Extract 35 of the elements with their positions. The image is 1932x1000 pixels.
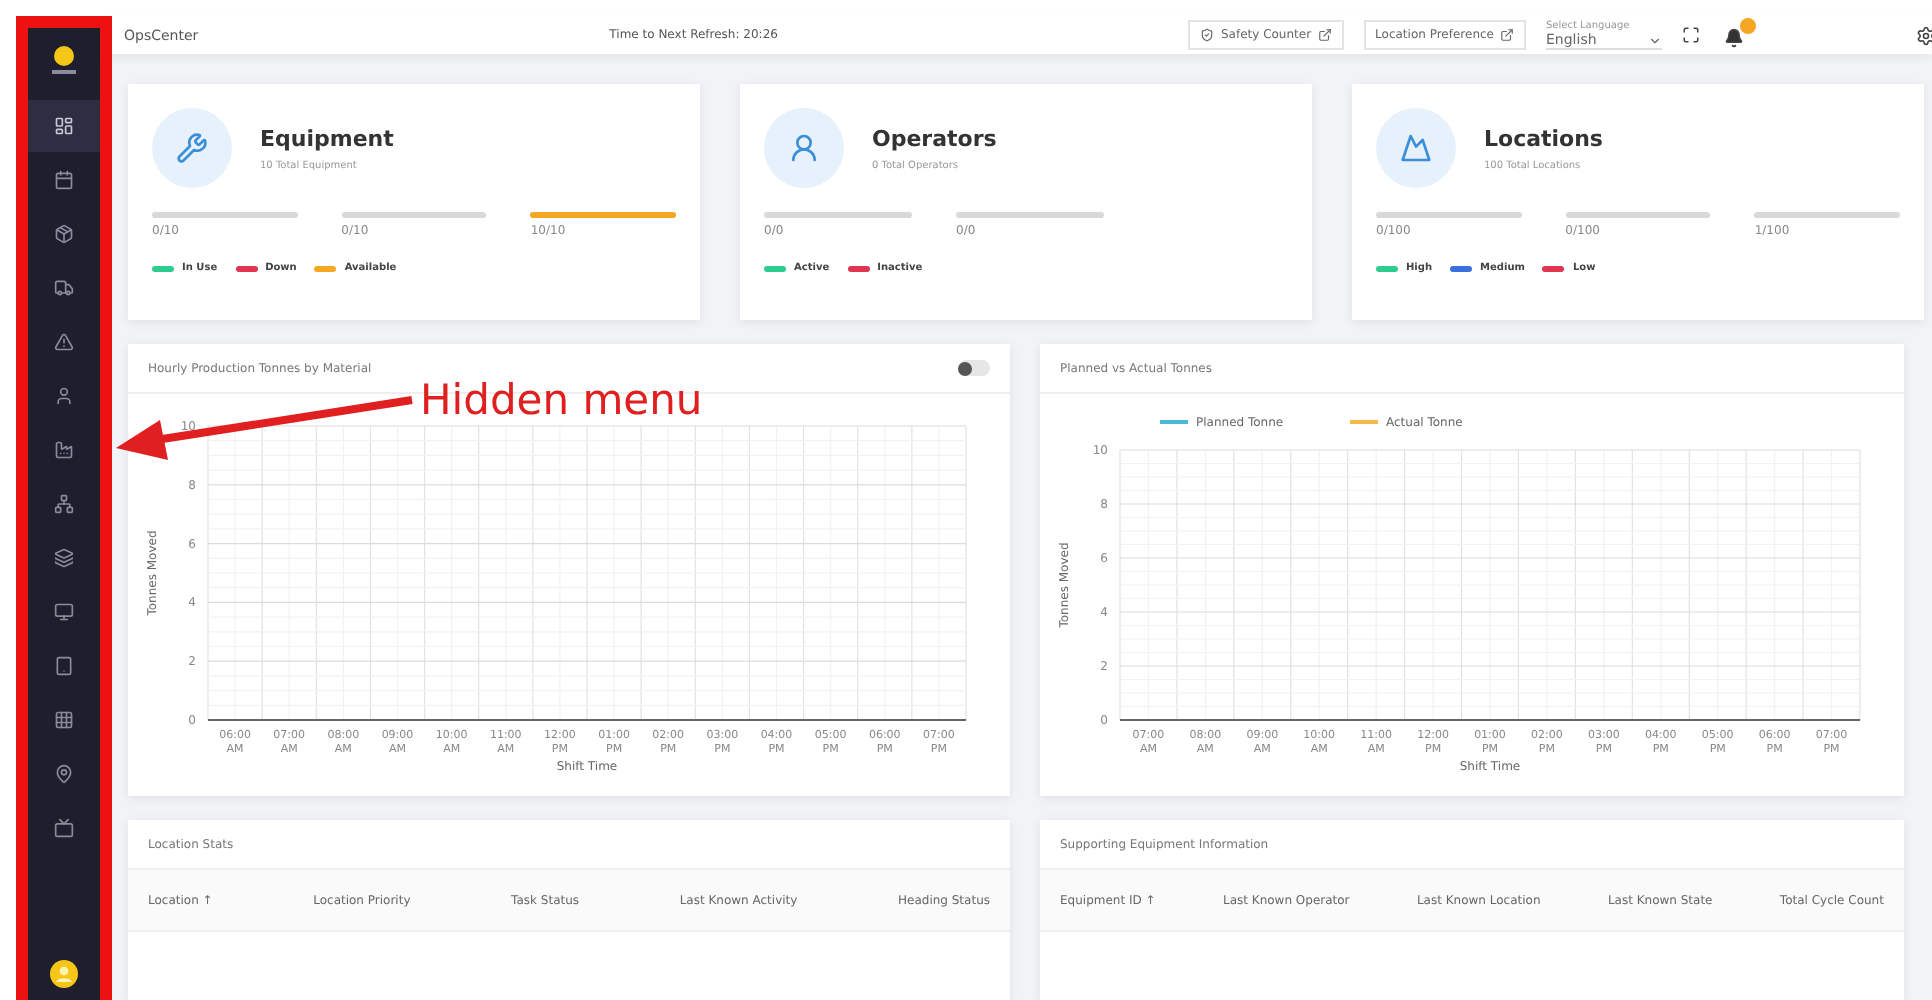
shield-icon xyxy=(1200,28,1215,42)
factory-icon xyxy=(54,440,74,460)
warning-icon xyxy=(54,332,74,352)
avatar-icon[interactable] xyxy=(50,960,78,988)
calendar-icon xyxy=(54,170,74,190)
toggle-switch[interactable] xyxy=(958,360,990,376)
user-icon xyxy=(54,386,74,406)
settings-button[interactable] xyxy=(1916,25,1932,45)
user-icon xyxy=(764,108,844,188)
truck-icon xyxy=(54,278,74,298)
fullscreen-button[interactable] xyxy=(1682,26,1700,44)
tv-icon xyxy=(54,818,74,838)
grid-icon xyxy=(54,710,74,730)
wrench-icon xyxy=(152,108,232,188)
network-icon xyxy=(54,494,74,514)
dashboard-icon xyxy=(54,116,74,136)
notification-button[interactable] xyxy=(1720,18,1756,52)
annotation-label: Hidden menu xyxy=(420,376,703,424)
caret-icon xyxy=(1648,33,1662,47)
sidebar-item[interactable] xyxy=(28,100,100,152)
bell-icon xyxy=(1724,28,1744,48)
card-title: Locations xyxy=(1484,125,1603,151)
card-title: Equipment xyxy=(260,125,394,151)
external-link-icon xyxy=(1317,28,1332,42)
monitor-icon xyxy=(54,602,74,622)
fullscreen-icon xyxy=(1682,26,1700,44)
logo-icon xyxy=(50,44,78,76)
package-icon xyxy=(54,224,74,244)
tablet-icon xyxy=(54,656,74,676)
map-pin-icon xyxy=(54,764,74,784)
mountain-icon xyxy=(1376,108,1456,188)
settings-icon xyxy=(1916,25,1932,45)
external-link-icon xyxy=(1500,28,1514,42)
layers-icon xyxy=(54,548,74,568)
card-title: Operators xyxy=(872,125,997,151)
